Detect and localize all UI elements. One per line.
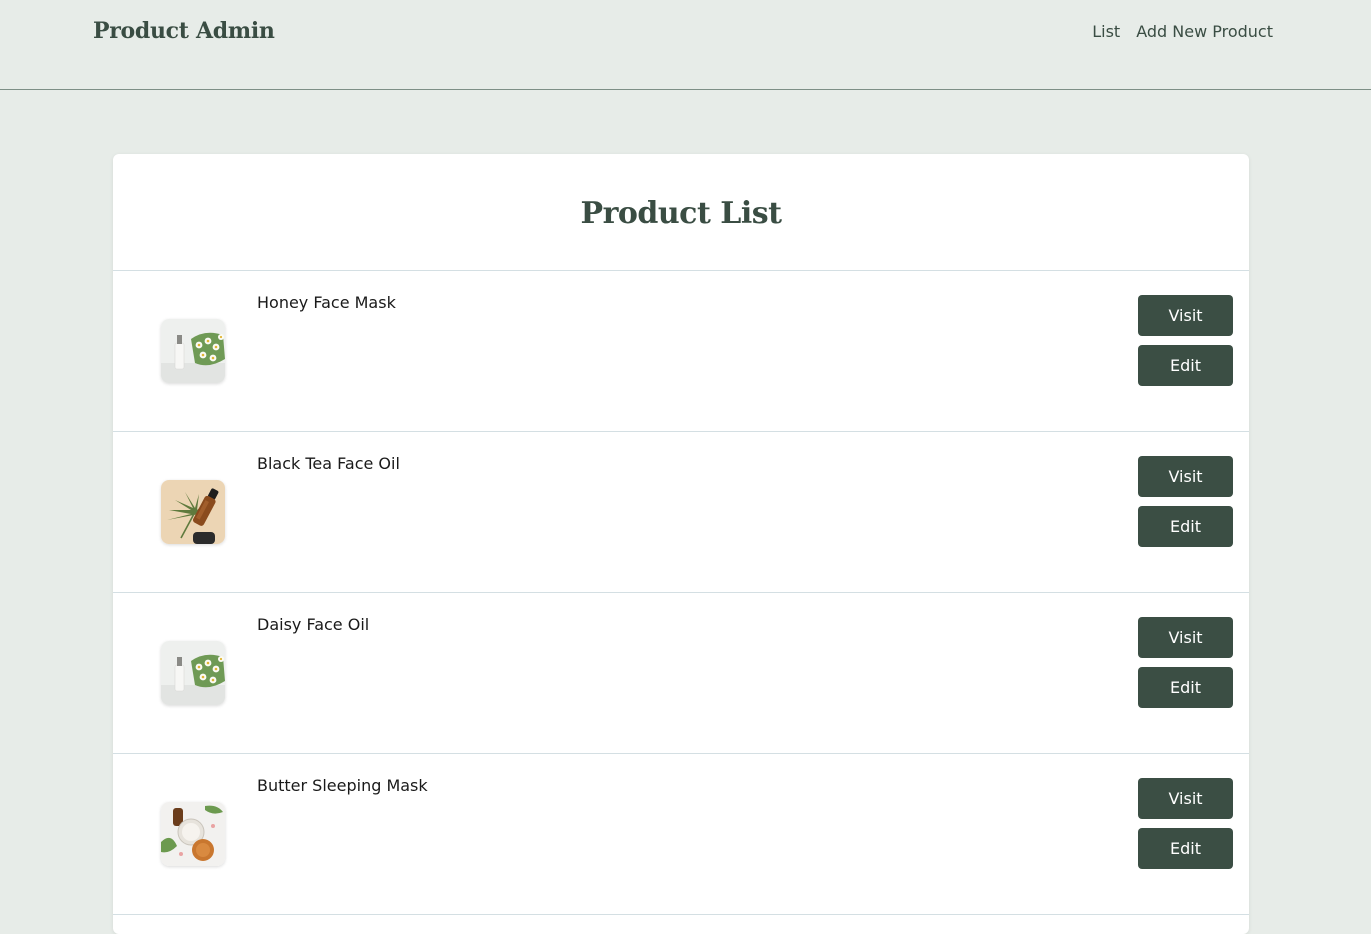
visit-button[interactable]: Visit bbox=[1138, 617, 1233, 658]
product-row: Daisy Face Oil Visit Edit bbox=[113, 593, 1249, 754]
edit-button[interactable]: Edit bbox=[1138, 667, 1233, 708]
product-thumbnail bbox=[161, 641, 225, 705]
edit-button[interactable]: Edit bbox=[1138, 828, 1233, 869]
visit-button[interactable]: Visit bbox=[1138, 456, 1233, 497]
product-row: Butter Sleeping Mask Visit Edit bbox=[113, 754, 1249, 915]
nav-link-add-new-product[interactable]: Add New Product bbox=[1136, 22, 1273, 41]
visit-button[interactable]: Visit bbox=[1138, 295, 1233, 336]
page-title: Product List bbox=[113, 154, 1249, 271]
visit-button[interactable]: Visit bbox=[1138, 778, 1233, 819]
edit-button[interactable]: Edit bbox=[1138, 506, 1233, 547]
product-row: Honey Face Mask Visit Edit bbox=[113, 271, 1249, 432]
top-navbar: Product Admin List Add New Product bbox=[0, 0, 1371, 90]
product-name: Honey Face Mask bbox=[257, 293, 396, 312]
nav-links: List Add New Product bbox=[1092, 22, 1273, 41]
product-name: Butter Sleeping Mask bbox=[257, 776, 428, 795]
product-row: Black Tea Face Oil Visit Edit bbox=[113, 432, 1249, 593]
brand-title[interactable]: Product Admin bbox=[93, 18, 275, 44]
product-thumbnail bbox=[161, 480, 225, 544]
product-list-card: Product List Honey Face Mask Visit Edit bbox=[113, 154, 1249, 934]
nav-link-list[interactable]: List bbox=[1092, 22, 1120, 41]
product-name: Daisy Face Oil bbox=[257, 615, 370, 634]
product-thumbnail bbox=[161, 802, 225, 866]
product-name: Black Tea Face Oil bbox=[257, 454, 400, 473]
edit-button[interactable]: Edit bbox=[1138, 345, 1233, 386]
product-thumbnail bbox=[161, 319, 225, 383]
